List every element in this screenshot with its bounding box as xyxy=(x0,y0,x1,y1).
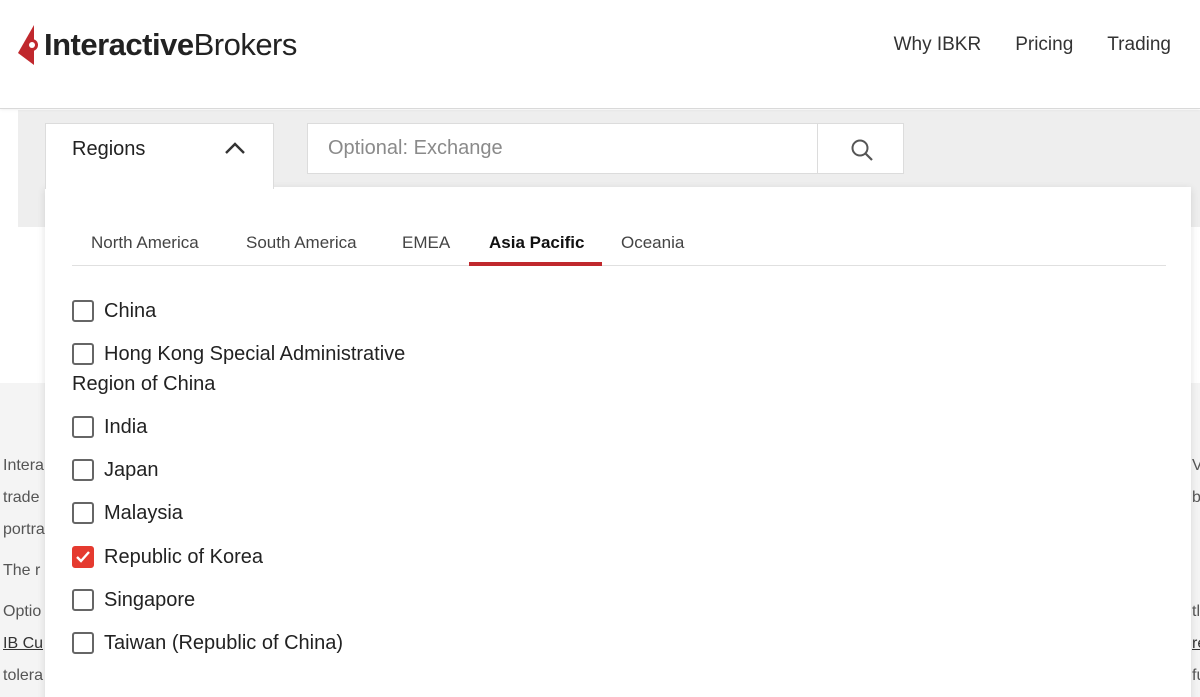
checkbox[interactable] xyxy=(72,300,94,322)
main-nav: Why IBKR Pricing Trading xyxy=(894,34,1171,56)
option-label: China xyxy=(104,300,157,322)
bg-text-line: Optio xyxy=(3,603,42,620)
option-label: Republic of Korea xyxy=(104,546,263,568)
regions-label: Regions xyxy=(72,138,146,160)
checkbox[interactable] xyxy=(72,416,94,438)
chevron-up-icon xyxy=(225,142,245,154)
regions-dropdown-panel: North America South America EMEA Asia Pa… xyxy=(45,187,1191,697)
bg-text-line: V xyxy=(1192,457,1200,474)
regions-dropdown-toggle[interactable]: Regions xyxy=(45,123,274,189)
region-tabs: North America South America EMEA Asia Pa… xyxy=(72,225,1166,266)
option-label: Taiwan (Republic of China) xyxy=(104,632,344,654)
region-option-hong-kong[interactable]: Hong Kong Special Administrative xyxy=(72,342,405,366)
bg-text-line: portra xyxy=(3,521,45,538)
checkmark-icon xyxy=(76,551,90,563)
region-option-singapore[interactable]: Singapore xyxy=(72,588,195,612)
region-option-taiwan[interactable]: Taiwan (Republic of China) xyxy=(72,631,343,655)
site-header: InteractiveBrokers Why IBKR Pricing Trad… xyxy=(0,0,1200,109)
search-icon xyxy=(851,139,873,161)
bg-text-line: Intera xyxy=(3,457,44,474)
checkbox[interactable] xyxy=(72,632,94,654)
checkbox-checked[interactable] xyxy=(72,546,94,568)
bg-text-line: b xyxy=(1192,489,1200,506)
region-option-china[interactable]: China xyxy=(72,299,156,323)
tab-north-america[interactable]: North America xyxy=(91,233,199,253)
nav-why-ibkr[interactable]: Why IBKR xyxy=(894,34,982,56)
nav-trading[interactable]: Trading xyxy=(1107,34,1171,56)
region-option-india[interactable]: India xyxy=(72,415,147,439)
checkbox[interactable] xyxy=(72,502,94,524)
logo-wordmark: InteractiveBrokers xyxy=(44,27,297,62)
option-label-continued: Region of China xyxy=(72,373,216,395)
tab-emea[interactable]: EMEA xyxy=(402,233,450,253)
option-label: Hong Kong Special Administrative xyxy=(104,343,406,365)
option-label: Japan xyxy=(104,459,159,481)
region-option-malaysia[interactable]: Malaysia xyxy=(72,501,183,525)
page-left-margin xyxy=(0,110,18,383)
active-tab-indicator xyxy=(469,262,602,266)
bg-link-line[interactable]: re xyxy=(1192,635,1200,653)
option-label: India xyxy=(104,416,148,438)
exchange-search-input[interactable] xyxy=(307,123,818,174)
tab-south-america[interactable]: South America xyxy=(246,233,357,253)
option-label: Malaysia xyxy=(104,502,183,524)
nav-pricing[interactable]: Pricing xyxy=(1015,34,1073,56)
checkbox[interactable] xyxy=(72,343,94,365)
bg-text-line: The r xyxy=(3,562,41,579)
region-option-republic-of-korea[interactable]: Republic of Korea xyxy=(72,545,263,569)
checkbox[interactable] xyxy=(72,589,94,611)
checkbox[interactable] xyxy=(72,459,94,481)
region-option-japan[interactable]: Japan xyxy=(72,458,159,482)
ibkr-logo[interactable]: InteractiveBrokers xyxy=(14,20,297,70)
tab-oceania[interactable]: Oceania xyxy=(621,233,684,253)
bg-text-line: tolera xyxy=(3,667,44,684)
search-button[interactable] xyxy=(818,123,904,174)
option-label: Singapore xyxy=(104,589,196,611)
bg-text-line: fu xyxy=(1192,667,1200,684)
tab-asia-pacific[interactable]: Asia Pacific xyxy=(489,233,584,253)
bg-text-line: trade xyxy=(3,489,40,506)
bg-link-line[interactable]: IB Cu xyxy=(3,635,45,653)
bg-text-line: tl xyxy=(1192,603,1200,620)
ibkr-logo-mark-icon xyxy=(18,25,38,65)
